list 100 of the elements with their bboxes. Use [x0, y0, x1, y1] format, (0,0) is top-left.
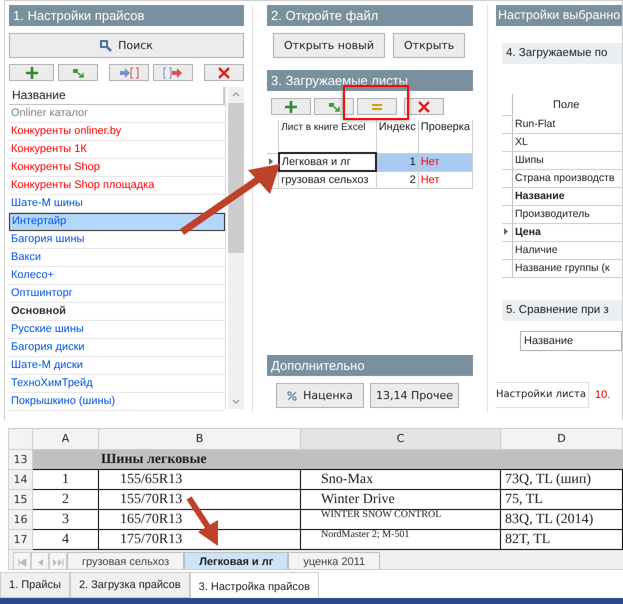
table-cell: 82T, TL	[501, 530, 623, 550]
panel-title: 2. Откройте файл	[267, 5, 473, 26]
panel-title: Настройки выбранно	[496, 5, 622, 26]
table-cell: 2	[33, 490, 99, 510]
row-number: 17	[9, 530, 33, 550]
list-item[interactable]: Шате-М диски	[9, 357, 225, 375]
column-header: Поле	[512, 94, 622, 115]
last-icon	[52, 558, 64, 566]
table-cell: 4	[33, 530, 99, 550]
corner-cell[interactable]	[9, 429, 33, 450]
arrow-into-bracket-icon	[119, 66, 139, 78]
list-item[interactable]: Багория диски	[9, 339, 225, 357]
sheet-tab[interactable]: уценка 2011	[288, 552, 380, 569]
markup-button[interactable]: Наценка	[276, 383, 364, 408]
list-item[interactable]: Конкуренты Shop площадка	[9, 177, 225, 195]
sheet-tab[interactable]: грузовая сельхоз	[67, 552, 184, 569]
section-title: 4. Загружаемые по	[502, 43, 622, 64]
close-icon	[218, 66, 230, 78]
previous-sheet-button[interactable]	[31, 552, 49, 569]
table-cell[interactable]: Легковая и лг	[278, 153, 376, 171]
table-cell: 75, TL	[501, 490, 623, 510]
list-item[interactable]: Оптшинторг	[9, 285, 225, 303]
list-item[interactable]: Колесо+	[9, 267, 225, 285]
close-icon	[418, 100, 430, 112]
list-item[interactable]: Покрышкино (шины)	[9, 393, 225, 411]
table-cell: 83Q, TL (2014)	[501, 510, 623, 530]
compare-dropdown[interactable]: Название	[520, 330, 622, 350]
open-button[interactable]: Открыть	[393, 33, 466, 58]
table-cell: WINTER SNOW CONTROL	[301, 510, 501, 530]
list-item[interactable]: ТехноХимТрейд	[9, 375, 225, 393]
scrollbar[interactable]	[228, 87, 244, 409]
move-out-button[interactable]	[153, 64, 193, 81]
table-cell: Sno-Max	[301, 470, 501, 490]
add-button[interactable]	[271, 98, 311, 115]
arrow-out-bracket-icon	[163, 66, 183, 78]
table-cell[interactable]: Наличие	[512, 241, 622, 259]
table-cell: 3	[33, 510, 99, 530]
table-cell[interactable]: Название	[512, 187, 622, 205]
list-item[interactable]: Основной	[9, 303, 225, 321]
row-number: 14	[9, 470, 33, 490]
plus-icon	[284, 100, 298, 114]
list-item[interactable]: Конкуренты onliner.by	[9, 123, 225, 141]
column-header: Проверка	[418, 120, 472, 153]
table-cell[interactable]: Нет	[418, 171, 472, 188]
first-sheet-button[interactable]	[13, 552, 31, 569]
table-cell[interactable]: 2	[376, 171, 418, 188]
list-item[interactable]: Конкуренты 1К	[9, 141, 225, 159]
table-cell[interactable]: Шипы	[512, 151, 622, 169]
table-cell[interactable]: 1	[376, 153, 418, 171]
delete-button[interactable]	[204, 64, 244, 81]
table-cell[interactable]: Цена	[512, 223, 622, 241]
list-item[interactable]: Onliner каталог	[9, 105, 225, 123]
import-button[interactable]	[314, 98, 354, 115]
panel-title: 3. Загружаемые листы	[267, 70, 473, 91]
previous-icon	[38, 558, 42, 566]
column-header: C	[301, 429, 501, 450]
list-item[interactable]: Интертайр	[9, 213, 225, 231]
delete-button[interactable]	[404, 98, 444, 115]
other-button[interactable]: 13,14 Прочее	[370, 383, 459, 408]
table-cell[interactable]: Название группы (к	[512, 259, 622, 277]
table-cell[interactable]: грузовая сельхоз	[278, 171, 376, 188]
panel-title: 1. Настройки прайсов	[9, 5, 244, 26]
last-sheet-button[interactable]	[49, 552, 67, 569]
sheet-settings-button[interactable]: Настройки листа	[496, 382, 589, 408]
scroll-down-icon	[232, 399, 240, 404]
equal-button[interactable]	[357, 98, 397, 115]
table-cell: 155/65R13	[99, 470, 301, 490]
move-in-button[interactable]	[109, 64, 149, 81]
first-icon	[18, 558, 26, 566]
row-number: 15	[9, 490, 33, 510]
sheet-tab[interactable]: Легковая и лг	[184, 552, 288, 569]
list-item[interactable]: Багория шины	[9, 231, 225, 249]
equals-icon	[371, 102, 383, 110]
scroll-up-icon	[232, 92, 240, 97]
section-title: 5. Сравнение при з	[502, 300, 622, 320]
table-cell: 1	[33, 470, 99, 490]
table-cell[interactable]: Производитель	[512, 205, 622, 223]
search-button[interactable]: Поиск	[9, 33, 244, 58]
tab[interactable]: 2. Загрузка прайсов	[70, 572, 190, 598]
table-cell[interactable]: Страна производств	[512, 169, 622, 187]
table-cell[interactable]: XL	[512, 133, 622, 151]
table-cell: 155/70R13	[99, 490, 301, 510]
list-item[interactable]: Конкуренты Shop	[9, 159, 225, 177]
import-button[interactable]	[58, 64, 98, 81]
table-cell[interactable]: Run-Flat	[512, 115, 622, 133]
list-item[interactable]: Вакси	[9, 249, 225, 267]
list-item[interactable]: Русские шины	[9, 321, 225, 339]
import-icon	[328, 102, 340, 112]
tab[interactable]: 1. Прайсы	[0, 572, 70, 598]
percent-icon	[287, 390, 298, 400]
open-button[interactable]: Открыть новый	[273, 33, 386, 58]
add-button[interactable]	[9, 64, 54, 81]
tab[interactable]: 3. Настройка прайсов	[190, 572, 319, 598]
table-cell: Winter Drive	[301, 490, 501, 510]
column-header: Название	[9, 87, 225, 105]
import-icon	[72, 68, 84, 78]
plus-icon	[24, 66, 38, 80]
panel-title: Дополнительно	[267, 355, 473, 376]
row-number: 13	[9, 450, 33, 470]
group-heading: Шины легковые	[99, 450, 623, 470]
